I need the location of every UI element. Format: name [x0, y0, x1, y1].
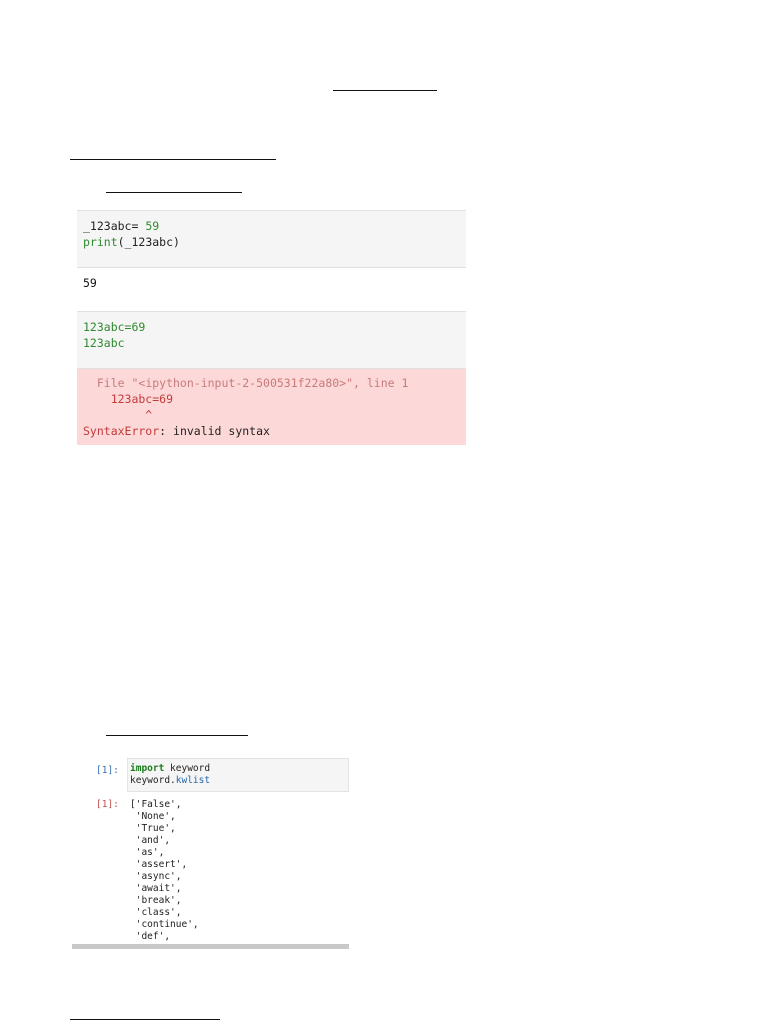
kwlist-item: 'continue',: [130, 919, 199, 930]
kwlist-item: 'class',: [130, 907, 182, 918]
error-file-prefix: File: [83, 376, 132, 390]
error-name: SyntaxError: [83, 424, 160, 438]
kwlist-item: ['False',: [130, 799, 182, 810]
output-cell-valid-identifier: 59: [77, 268, 466, 311]
kwlist-item: 'and',: [130, 835, 171, 846]
error-caret: ^: [83, 408, 153, 422]
code-number: 59: [138, 219, 160, 233]
error-file-path: "<ipython-input-2-500531f22a80>": [131, 376, 354, 390]
kwlist-item: 'break',: [130, 895, 182, 906]
kwlist-attr: kwlist: [175, 775, 211, 786]
title-underline: [333, 90, 437, 91]
keyword-input-code: import keyword keyword.kwlist: [130, 763, 210, 787]
error-message: : invalid syntax: [159, 424, 270, 438]
notebook-screenshot-keywords: [1]: import keyword keyword.kwlist [1]: …: [72, 757, 349, 951]
section-heading-underline-2: [70, 1019, 220, 1020]
code-print-args: (_123abc): [117, 235, 180, 249]
input-prompt: [1]:: [96, 765, 119, 776]
error-file-suffix: , line 1: [353, 376, 409, 390]
error-code-line: 123abc=69: [83, 392, 174, 406]
notebook-screenshot-identifiers: _123abc= 59 print(_123abc) 59 123abc=69 …: [77, 210, 466, 445]
kwlist-output: ['False', 'None', 'True', 'and', 'as', '…: [130, 799, 199, 943]
horizontal-scrollbar[interactable]: [72, 944, 349, 949]
kwlist-item: 'True',: [130, 823, 176, 834]
code-cell-invalid-identifier[interactable]: 123abc=69 123abc: [77, 311, 466, 369]
import-module: keyword: [164, 763, 211, 774]
output-prompt: [1]:: [96, 799, 119, 810]
kwlist-item: 'as',: [130, 847, 165, 858]
subheading-underline-2: [106, 735, 248, 736]
code-var-assign: _123abc=: [83, 219, 139, 233]
kwlist-object: keyword.: [130, 775, 176, 786]
import-keyword: import: [130, 763, 165, 774]
kwlist-item: 'await',: [130, 883, 182, 894]
kwlist-item: 'assert',: [130, 859, 188, 870]
code-cell-valid-identifier[interactable]: _123abc= 59 print(_123abc): [77, 210, 466, 268]
code-invalid-assign: 123abc=69: [83, 320, 146, 334]
error-output-cell: File "<ipython-input-2-500531f22a80>", l…: [77, 369, 466, 445]
code-print-func: print: [83, 235, 118, 249]
subheading-underline-1: [106, 192, 242, 193]
kwlist-item: 'async',: [130, 871, 182, 882]
kwlist-item: 'None',: [130, 811, 176, 822]
section-heading-underline: [70, 159, 276, 160]
kwlist-item: 'def',: [130, 931, 171, 942]
code-invalid-ref: 123abc: [83, 336, 125, 350]
output-value: 59: [83, 276, 97, 290]
